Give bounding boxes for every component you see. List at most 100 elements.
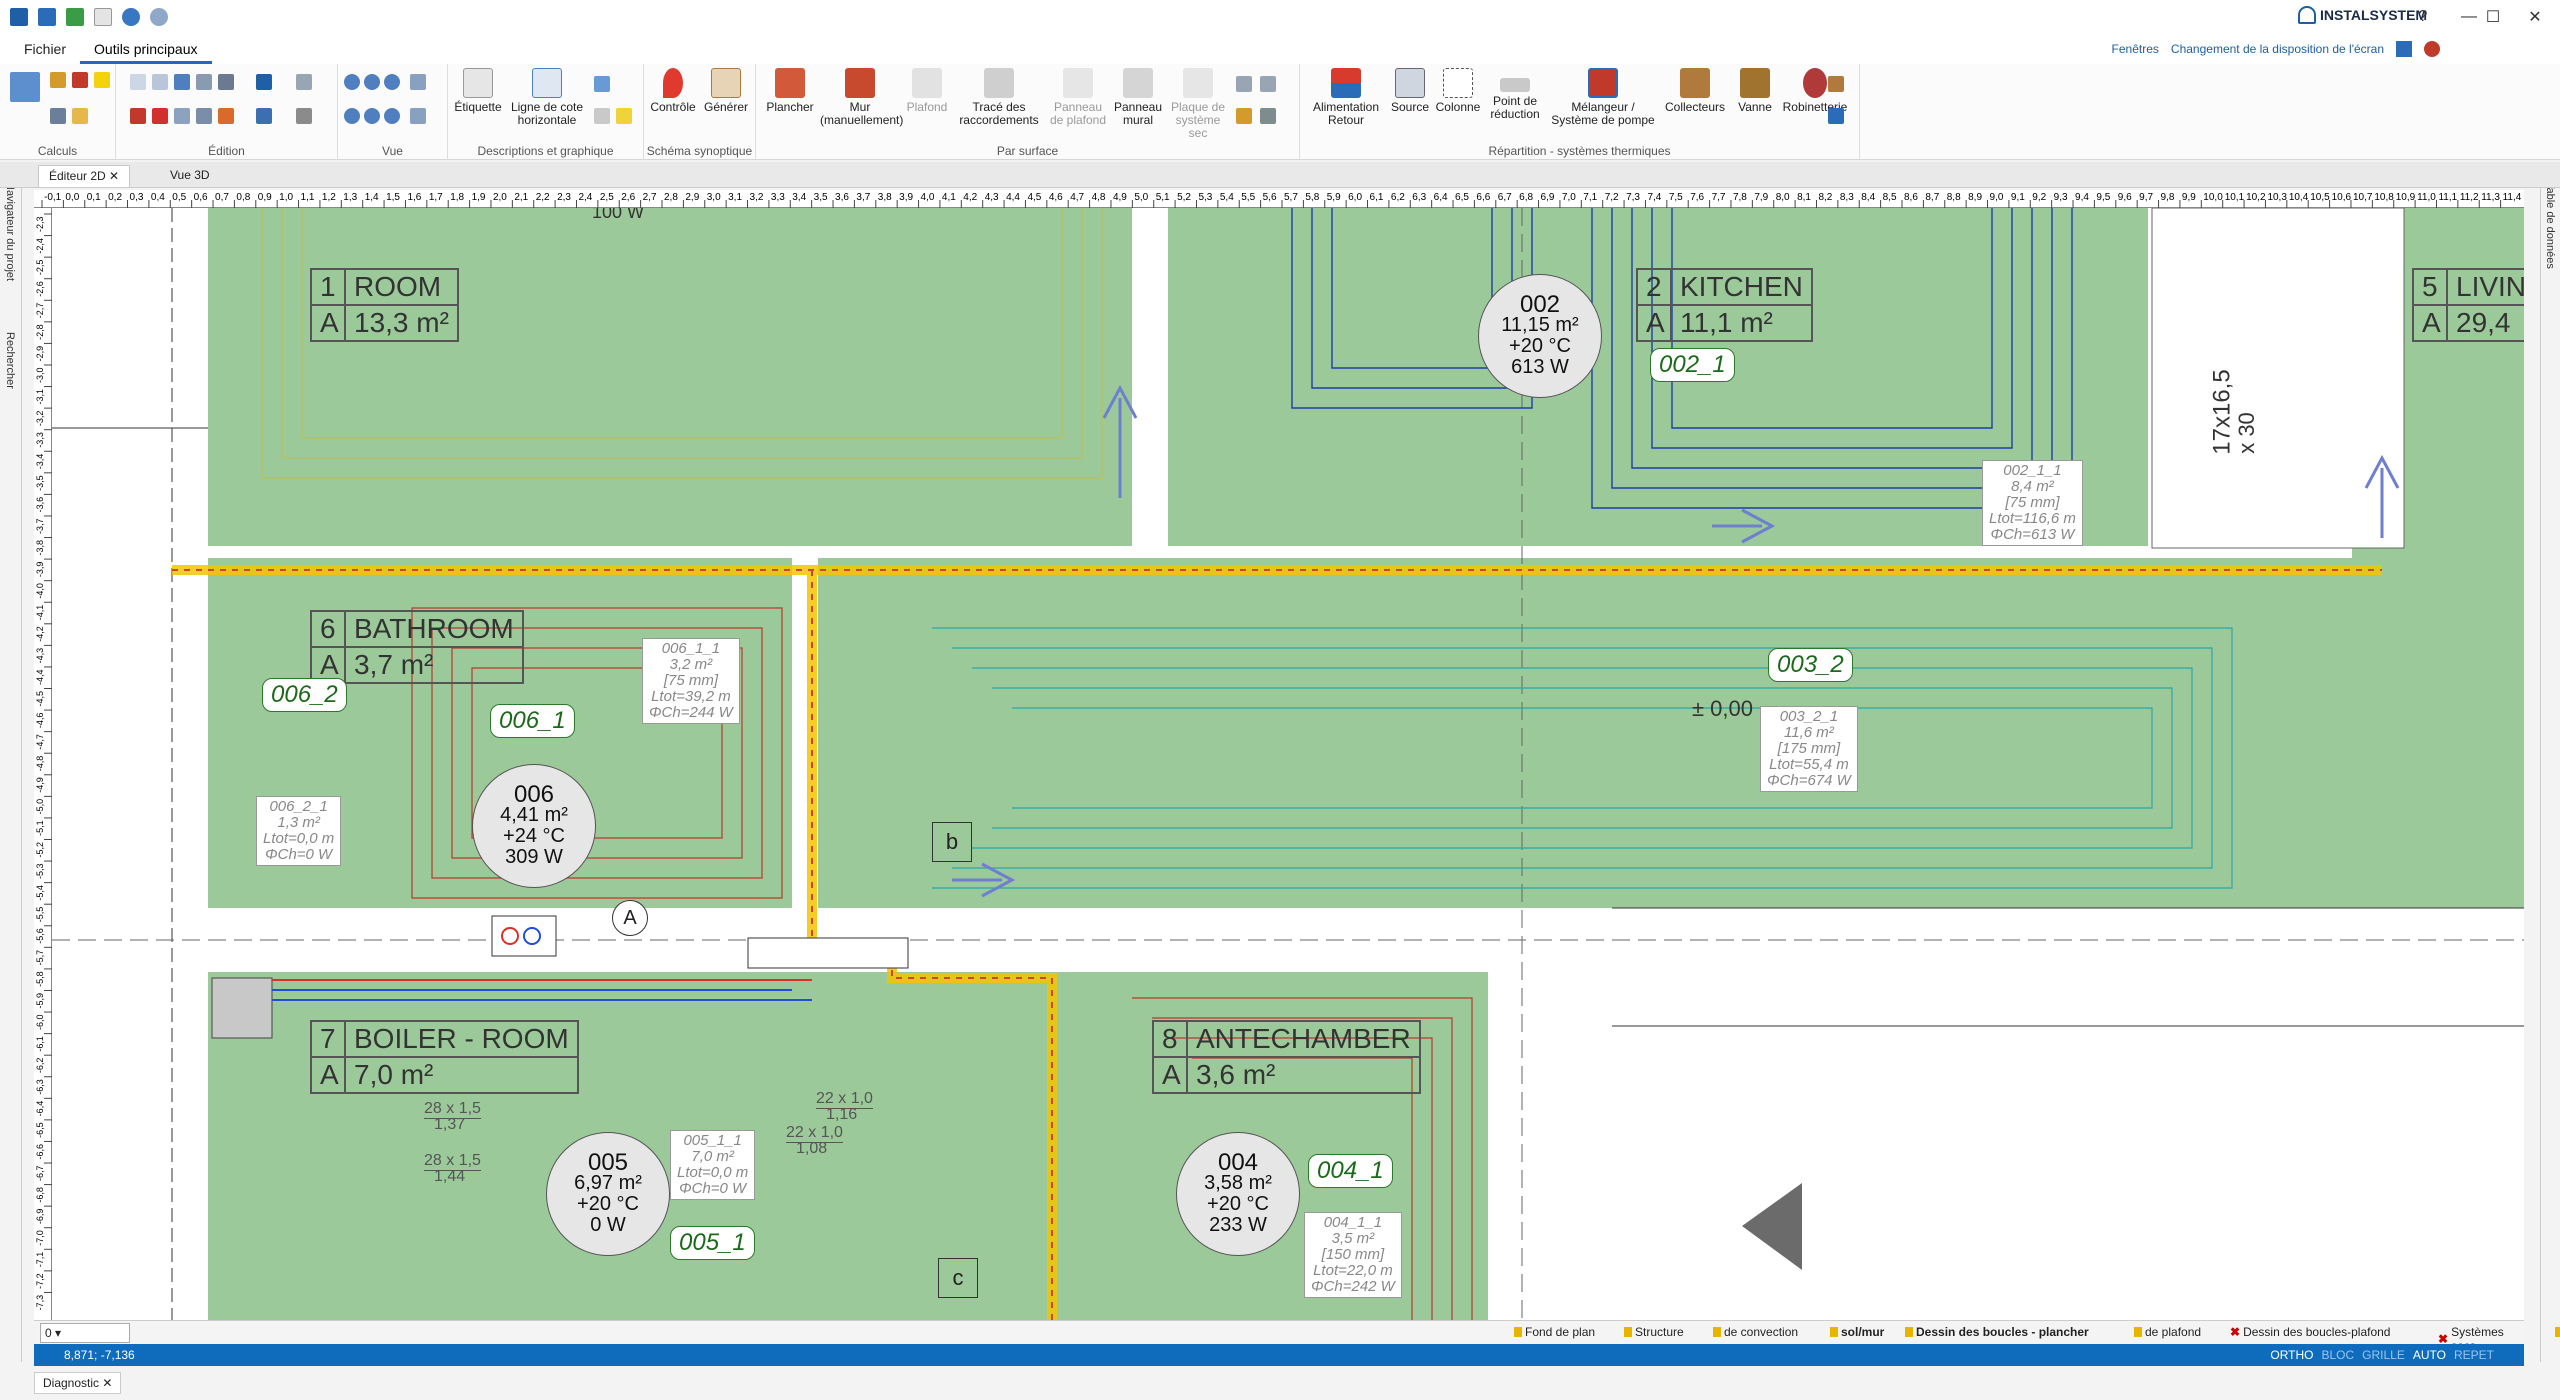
mode-repet[interactable]: REPET xyxy=(2454,1348,2494,1362)
mode-ortho[interactable]: ORTHO xyxy=(2270,1348,2313,1362)
tab-vue-3d[interactable]: Vue 3D xyxy=(160,165,220,187)
copy-icon[interactable] xyxy=(130,74,146,90)
zone-circle-005[interactable]: 005 6,97 m² +20 °C 0 W xyxy=(546,1132,670,1256)
layer-toggle[interactable]: Structure xyxy=(1624,1325,1684,1339)
generer-button[interactable]: Générer xyxy=(700,68,752,114)
toolbar-icon-1[interactable] xyxy=(2396,41,2412,57)
layer-toggle[interactable]: de convection xyxy=(1713,1325,1798,1339)
loop-info-box[interactable]: 002_1_1 8,4 m² [75 mm] Ltot=116,6 m ΦCh=613 … xyxy=(1982,460,2083,546)
marker-b[interactable]: b xyxy=(932,822,972,862)
plancher-button[interactable]: Plancher xyxy=(762,68,818,114)
room-label-8[interactable]: 8 ANTECHAMBER A 3,6 m² xyxy=(1152,1020,1421,1094)
info-icon[interactable] xyxy=(256,74,272,90)
calc-tool-icon[interactable] xyxy=(72,108,88,124)
tab-editeur-2d[interactable]: Éditeur 2D ✕ xyxy=(38,165,131,187)
note-icon[interactable] xyxy=(616,108,632,124)
zoom-all-icon[interactable] xyxy=(410,74,426,90)
move-icon[interactable] xyxy=(174,108,190,124)
rotate-icon[interactable] xyxy=(174,74,190,90)
manifold-symbol[interactable] xyxy=(747,937,909,969)
source-button[interactable]: Source xyxy=(1388,68,1432,114)
calc-icon[interactable] xyxy=(10,72,40,102)
melangeur-button[interactable]: Mélangeur / Système de pompe xyxy=(1548,68,1658,127)
table-tool-icon[interactable] xyxy=(1260,108,1276,124)
paste-icon[interactable] xyxy=(152,74,168,90)
layer-toggle[interactable]: Fond de plan xyxy=(1514,1325,1595,1339)
data-table-tab[interactable]: Table de données xyxy=(2544,182,2556,269)
loop-info-box[interactable]: 004_1_1 3,5 m² [150 mm] Ltot=22,0 m ΦCh=242 … xyxy=(1304,1212,1402,1298)
calc-tool-icon[interactable] xyxy=(72,72,88,88)
panneau-mural-button[interactable]: Panneau mural xyxy=(1112,68,1164,127)
calc-tool-icon[interactable] xyxy=(94,72,110,88)
maximize-button[interactable]: ☐ xyxy=(2470,0,2516,34)
diagnostic-tab[interactable]: Diagnostic ✕ xyxy=(34,1372,122,1394)
marker-c[interactable]: c xyxy=(938,1258,978,1298)
mur-button[interactable]: Mur (manuellement) xyxy=(820,68,903,127)
group-icon[interactable] xyxy=(296,108,312,124)
loop-info-box[interactable]: 006_1_1 3,2 m² [75 mm] Ltot=39,2 m ΦCh=244 W xyxy=(642,638,740,724)
zone-circle-002[interactable]: 002 11,15 m² +20 °C 613 W xyxy=(1478,274,1602,398)
extra-icon[interactable] xyxy=(1828,76,1844,92)
tool-icon[interactable] xyxy=(218,108,234,124)
cut-icon[interactable] xyxy=(130,108,146,124)
colonne-button[interactable]: Colonne xyxy=(1434,68,1482,114)
mode-bloc[interactable]: BLOC xyxy=(2321,1348,2354,1362)
search-tab[interactable]: Rechercher xyxy=(4,332,16,389)
etiquette-button[interactable]: Étiquette xyxy=(452,68,504,114)
loop-info-box[interactable]: 003_2_1 11,6 m² [175 mm] Ltot=55,4 m ΦCh=674… xyxy=(1760,706,1858,792)
page-select[interactable]: 0 ▾ xyxy=(40,1323,130,1343)
windows-dropdown[interactable]: Fenêtres xyxy=(2112,42,2159,56)
collecteurs-button[interactable]: Collecteurs xyxy=(1660,68,1730,114)
select-icon[interactable] xyxy=(256,108,272,124)
point-reduction-button[interactable]: Point de réduction xyxy=(1484,68,1546,121)
loop-tag-006-1[interactable]: 006_1 xyxy=(490,704,575,738)
panneau-plafond-button[interactable]: Panneau de plafond xyxy=(1046,68,1110,127)
save-icon[interactable] xyxy=(38,8,56,26)
room-label-1[interactable]: 1 ROOM A 13,3 m² xyxy=(310,268,459,342)
new-file-icon[interactable] xyxy=(94,8,112,26)
room-label-2[interactable]: 2 KITCHEN A 11,1 m² xyxy=(1636,268,1813,342)
menu-fichier[interactable]: Fichier xyxy=(10,34,80,64)
table-icon[interactable] xyxy=(594,108,610,124)
zoom-prev-icon[interactable] xyxy=(344,108,360,124)
layer-toggle[interactable]: Dessin des boucles - plancher xyxy=(1905,1325,2089,1339)
vanne-button[interactable]: Vanne xyxy=(1732,68,1778,114)
loop-tag-002-1[interactable]: 002_1 xyxy=(1650,348,1735,382)
image-icon[interactable] xyxy=(1236,108,1252,124)
delete-icon[interactable] xyxy=(152,108,168,124)
calc-tool-icon[interactable] xyxy=(50,108,66,124)
ligne-cote-button[interactable]: Ligne de cote horizontale xyxy=(506,68,588,127)
loop-tag-006-2[interactable]: 006_2 xyxy=(262,678,347,712)
mode-grille[interactable]: GRILLE xyxy=(2362,1348,2405,1362)
layout-icon[interactable] xyxy=(1260,76,1276,92)
align-icon[interactable] xyxy=(218,74,234,90)
calc-tool-icon[interactable] xyxy=(50,72,66,88)
view-icon[interactable] xyxy=(410,108,426,124)
plafond-button[interactable]: Plafond xyxy=(902,68,952,114)
loop-info-box[interactable]: 005_1_1 7,0 m² Ltot=0,0 m ΦCh=0 W xyxy=(670,1130,756,1200)
alimentation-button[interactable]: Alimentation Retour xyxy=(1306,68,1386,127)
layout-dropdown[interactable]: Changement de la disposition de l'écran xyxy=(2171,42,2384,56)
layer-toggle[interactable]: ✖ Dessin des boucles-plafond xyxy=(2230,1325,2390,1339)
loop-tag-004-1[interactable]: 004_1 xyxy=(1308,1154,1393,1188)
loop-info-box[interactable]: 006_2_1 1,3 m² Ltot=0,0 m ΦCh=0 W xyxy=(256,796,342,866)
layer-toggle[interactable]: Impression xyxy=(2555,1325,2560,1339)
layer-toggle[interactable]: de plafond xyxy=(2134,1325,2201,1339)
zoom-window-icon[interactable] xyxy=(384,74,400,90)
grid-icon[interactable] xyxy=(1236,76,1252,92)
close-button[interactable]: ✕ xyxy=(2512,0,2558,34)
list-icon[interactable] xyxy=(296,74,312,90)
zoom-out-icon[interactable] xyxy=(364,74,380,90)
toolbar-icon-2[interactable] xyxy=(2424,41,2440,57)
room-1-floor[interactable] xyxy=(208,208,1152,546)
redo-icon[interactable] xyxy=(150,8,168,26)
plaque-button[interactable]: Plaque de système sec xyxy=(1166,68,1230,140)
excel-icon[interactable] xyxy=(66,8,84,26)
floor-plan-svg[interactable] xyxy=(52,208,2524,1320)
close-icon[interactable]: ✕ xyxy=(109,169,119,183)
marker-a[interactable]: A xyxy=(612,900,648,936)
app-icon[interactable] xyxy=(10,8,28,26)
mode-auto[interactable]: AUTO xyxy=(2413,1348,2446,1362)
extra-icon[interactable] xyxy=(1828,108,1844,124)
menu-outils-principaux[interactable]: Outils principaux xyxy=(80,34,212,64)
